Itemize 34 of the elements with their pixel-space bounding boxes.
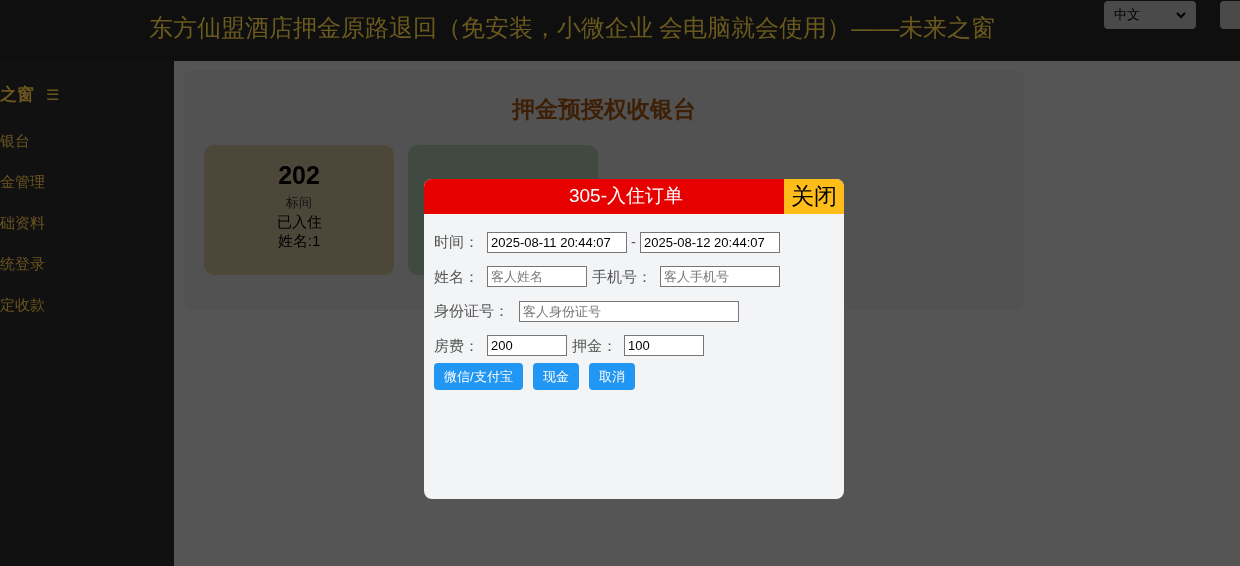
start-time-field[interactable]: 2025-08-11 20:44:07	[487, 231, 627, 253]
dialog-title: 305-入住订单	[568, 184, 683, 209]
field-label: 时间：	[434, 232, 480, 252]
room-number: 202	[278, 159, 320, 191]
sidebar-item[interactable]: 金管理	[0, 171, 45, 192]
theme-select[interactable]	[1220, 1, 1240, 29]
field-label: 房费：	[434, 335, 480, 356]
logo-text: 之窗	[0, 84, 34, 107]
language-select[interactable]: 中文	[1104, 1, 1196, 29]
payment-button[interactable]: 现金	[532, 363, 579, 390]
sidebar-item[interactable]: 定收款	[0, 294, 45, 315]
page-title: 东方仙盟酒店押金原路退回（免安装，小微企业 会电脑就会使用）——未来之窗	[148, 13, 996, 43]
field-label: 手机号：	[592, 266, 653, 287]
end-time-field[interactable]: 2025-08-12 20:44:07	[640, 231, 780, 253]
sidebar-item[interactable]: 统登录	[0, 253, 45, 274]
guest-name: 姓名:1	[277, 231, 321, 250]
phone-field[interactable]: 客人手机号	[660, 266, 780, 288]
name-field[interactable]: 客人姓名	[487, 266, 587, 288]
sidebar-item[interactable]: 银台	[0, 130, 30, 151]
field-label: 姓名：	[434, 266, 480, 287]
deposit-field[interactable]: 100	[624, 335, 704, 357]
close-button[interactable]: 关闭	[784, 179, 844, 214]
payment-button[interactable]: 取消	[588, 363, 635, 390]
panel-title: 押金预授权收银台	[512, 95, 696, 124]
id-number-field[interactable]: 客人身份证号	[519, 300, 739, 322]
room-status: 已入住	[276, 212, 322, 231]
range-separator: -	[631, 232, 636, 252]
chevron-icon	[1176, 11, 1186, 19]
field-label: 身份证号：	[434, 301, 510, 321]
payment-button[interactable]: 微信/支付宝	[434, 363, 523, 390]
room-fee-field[interactable]: 200	[487, 335, 567, 357]
sidebar-item[interactable]: 础资料	[0, 212, 45, 233]
field-label: 押金：	[572, 335, 618, 356]
menu-icon[interactable]: ☰	[46, 83, 59, 107]
